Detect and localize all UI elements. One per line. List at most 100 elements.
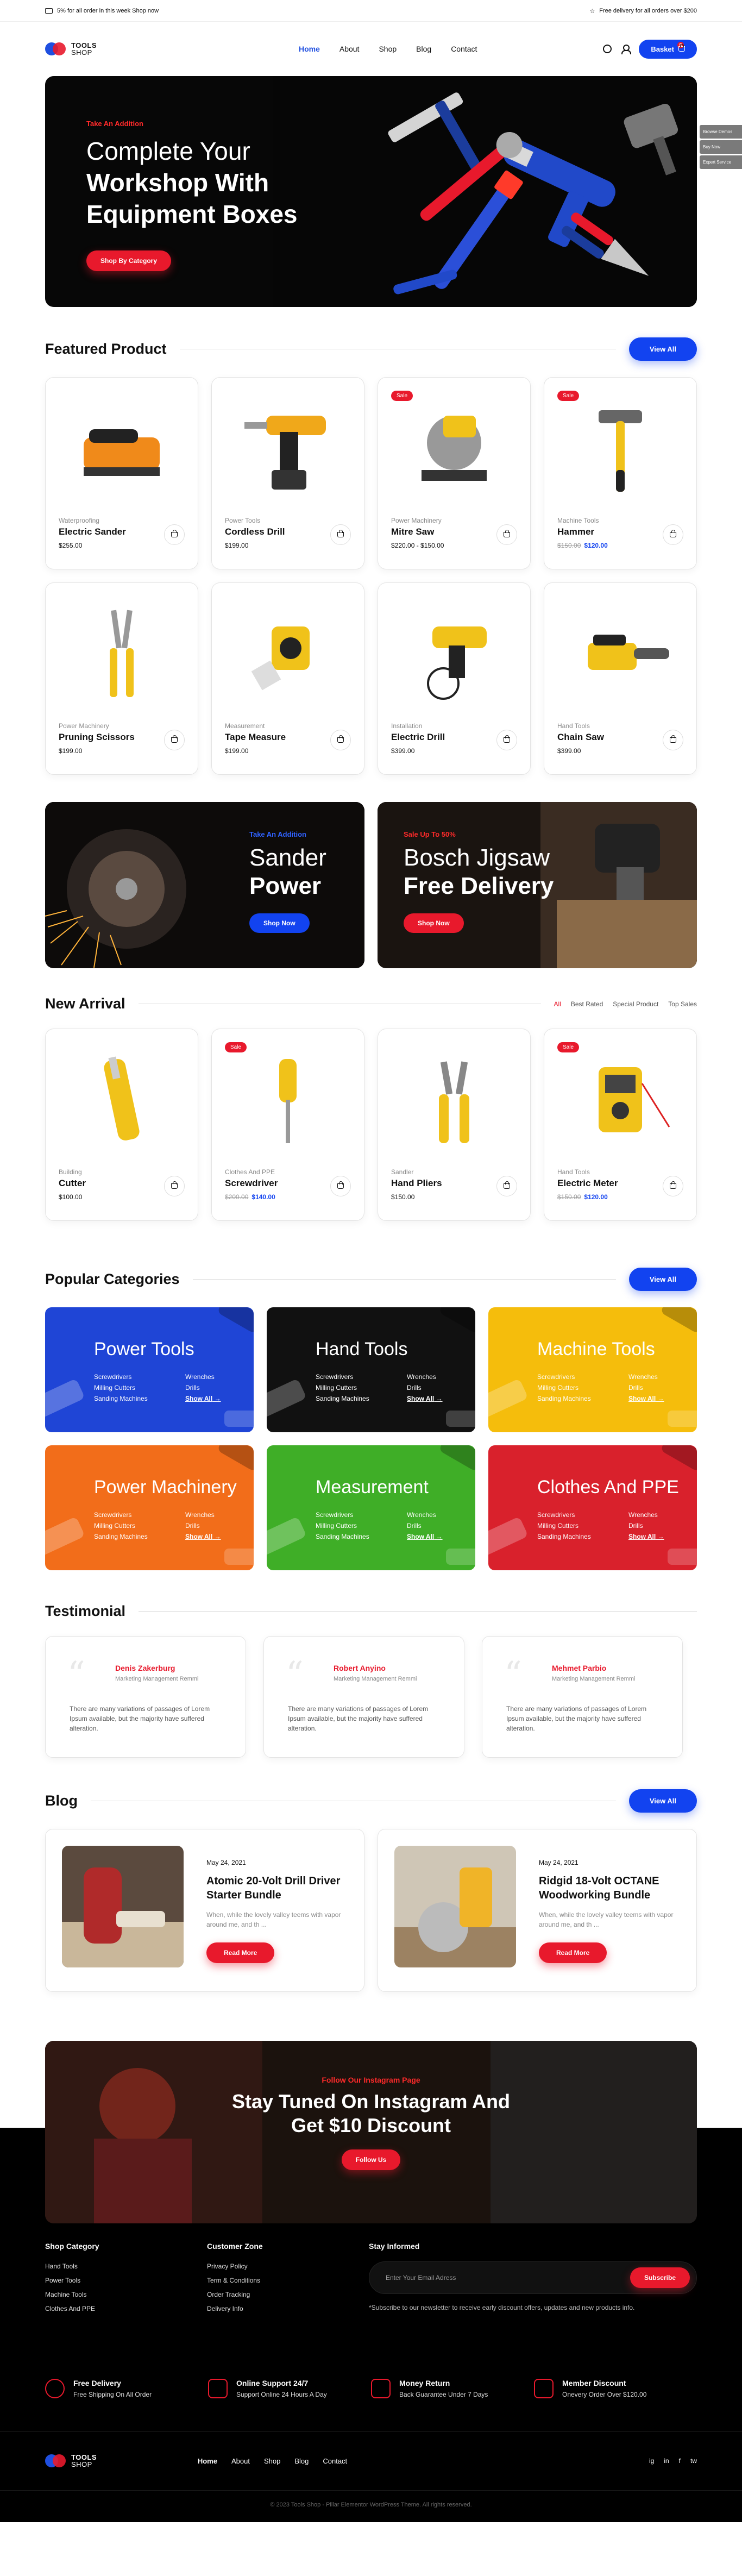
filter-all[interactable]: All [554,1000,561,1008]
product-category[interactable]: Sandler [391,1168,413,1176]
footer-nav-blog[interactable]: Blog [294,2457,309,2465]
category-link[interactable]: Milling Cutters [537,1520,591,1531]
view-all-button[interactable]: View All [628,1789,697,1813]
product-card[interactable]: Measurement Tape Measure $199.00 [211,582,364,775]
add-to-cart-button[interactable] [330,524,351,545]
nav-contact[interactable]: Contact [451,45,477,53]
category-link[interactable]: Screwdrivers [316,1371,369,1382]
category-link[interactable]: Sanding Machines [94,1531,148,1542]
user-icon[interactable] [621,45,632,54]
footer-link[interactable]: Clothes And PPE [45,2305,207,2312]
category-link[interactable]: Milling Cutters [537,1382,591,1393]
read-more-button[interactable]: Read More [539,1942,607,1963]
twitter-icon[interactable]: tw [690,2457,697,2465]
product-category[interactable]: Power Machinery [391,517,442,524]
product-image[interactable] [67,1051,176,1149]
category-link[interactable]: Drills [407,1382,443,1393]
product-card[interactable]: Waterproofing Electric Sander $255.00 [45,377,198,569]
nav-blog[interactable]: Blog [416,45,431,53]
category-link[interactable]: Milling Cutters [94,1520,148,1531]
category-link[interactable]: Wrenches [628,1371,664,1382]
product-name[interactable]: Chain Saw [557,732,604,743]
footer-link[interactable]: Power Tools [45,2277,207,2284]
add-to-cart-button[interactable] [330,1176,351,1196]
shop-by-category-button[interactable]: Shop By Category [86,250,172,271]
product-name[interactable]: Mitre Saw [391,527,434,537]
shop-now-button[interactable]: Shop Now [404,913,464,933]
basket-button[interactable]: Basket 0 [639,39,697,59]
show-all-link[interactable]: Show All → [407,1393,443,1404]
category-link[interactable]: Drills [628,1520,664,1531]
product-name[interactable]: Electric Drill [391,732,445,743]
promo-jigsaw[interactable]: Sale Up To 50% Bosch Jigsaw Free Deliver… [378,802,697,968]
add-to-cart-button[interactable] [496,524,517,545]
email-input[interactable]: Enter Your Email Adress [386,2274,456,2282]
logo[interactable]: TOOLS SHOP [45,41,97,57]
product-category[interactable]: Installation [391,722,422,730]
category-link[interactable]: Sanding Machines [537,1531,591,1542]
show-all-link[interactable]: Show All → [407,1531,443,1542]
category-link[interactable]: Wrenches [185,1509,221,1520]
category-card[interactable]: Measurement Screwdrivers Milling Cutters… [267,1445,475,1570]
product-name[interactable]: Electric Meter [557,1178,618,1189]
add-to-cart-button[interactable] [330,730,351,750]
category-link[interactable]: Drills [407,1520,443,1531]
nav-about[interactable]: About [339,45,360,53]
product-card[interactable]: Installation Electric Drill $399.00 [378,582,531,775]
product-image[interactable] [234,605,342,703]
footer-nav-about[interactable]: About [231,2457,250,2465]
instagram-icon[interactable]: ig [649,2457,654,2465]
category-link[interactable]: Milling Cutters [316,1520,369,1531]
add-to-cart-button[interactable] [164,1176,185,1196]
footer-nav-contact[interactable]: Contact [323,2457,347,2465]
footer-link[interactable]: Hand Tools [45,2262,207,2270]
category-link[interactable]: Screwdrivers [316,1509,369,1520]
side-tab-browse-demos[interactable]: Browse Demos [700,125,742,139]
show-all-link[interactable]: Show All → [628,1393,664,1404]
category-card[interactable]: Power Machinery Screwdrivers Milling Cut… [45,1445,254,1570]
footer-logo[interactable]: TOOLS SHOP [45,2453,97,2468]
show-all-link[interactable]: Show All → [185,1393,221,1404]
product-name[interactable]: Tape Measure [225,732,286,743]
category-link[interactable]: Screwdrivers [94,1509,148,1520]
add-to-cart-button[interactable] [164,524,185,545]
product-category[interactable]: Hand Tools [557,722,590,730]
category-card[interactable]: Machine Tools Screwdrivers Milling Cutte… [488,1307,697,1432]
promo-notice[interactable]: 5% for all order in this week Shop now [45,8,159,14]
show-all-link[interactable]: Show All → [185,1531,221,1542]
filter-best-rated[interactable]: Best Rated [571,1000,603,1008]
category-link[interactable]: Screwdrivers [537,1509,591,1520]
add-to-cart-button[interactable] [663,524,683,545]
add-to-cart-button[interactable] [663,1176,683,1196]
category-link[interactable]: Wrenches [407,1371,443,1382]
blog-title[interactable]: Ridgid 18-Volt OCTANE Woodworking Bundle [539,1874,686,1902]
footer-nav-home[interactable]: Home [198,2457,217,2465]
blog-title[interactable]: Atomic 20-Volt Drill Driver Starter Bund… [206,1874,353,1902]
product-name[interactable]: Hammer [557,527,594,537]
product-card[interactable]: Sale Hand Tools Electric Meter $150.00 $1… [544,1029,697,1221]
footer-link[interactable]: Delivery Info [207,2305,369,2312]
nav-shop[interactable]: Shop [379,45,397,53]
view-all-button[interactable]: View All [628,337,697,361]
product-category[interactable]: Power Tools [225,517,260,524]
category-link[interactable]: Screwdrivers [537,1371,591,1382]
show-all-link[interactable]: Show All → [628,1531,664,1542]
read-more-button[interactable]: Read More [206,1942,275,1963]
facebook-icon[interactable]: f [679,2457,681,2465]
add-to-cart-button[interactable] [496,1176,517,1196]
product-name[interactable]: Electric Sander [59,527,126,537]
product-category[interactable]: Waterproofing [59,517,99,524]
category-link[interactable]: Drills [185,1382,221,1393]
product-name[interactable]: Hand Pliers [391,1178,442,1189]
product-image[interactable] [67,605,176,703]
product-image[interactable] [566,605,675,703]
product-image[interactable] [234,399,342,497]
product-card[interactable]: Power Tools Cordless Drill $199.00 [211,377,364,569]
product-image[interactable] [400,399,508,497]
product-category[interactable]: Machine Tools [557,517,599,524]
add-to-cart-button[interactable] [496,730,517,750]
view-all-button[interactable]: View All [628,1268,697,1291]
product-image[interactable] [400,1051,508,1149]
footer-link[interactable]: Privacy Policy [207,2262,369,2270]
category-card[interactable]: Clothes And PPE Screwdrivers Milling Cut… [488,1445,697,1570]
